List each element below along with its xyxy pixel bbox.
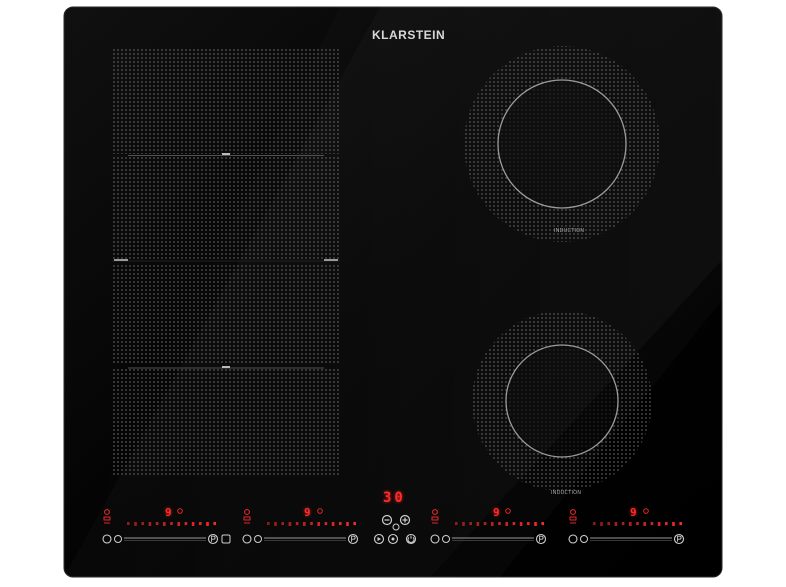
zone-4-slider-segment (650, 522, 654, 525)
zone-2-slider-segment (353, 522, 356, 525)
zone-4-slider-segment (665, 522, 668, 525)
zone-4-slider-segment (657, 522, 661, 526)
flex-zone-field-2 (112, 157, 340, 259)
zone-1-slider-segment (141, 522, 144, 525)
flex-zone-field-3 (112, 263, 340, 365)
zone-1-slider-segment (155, 522, 159, 525)
zone-4-slider-segment (607, 522, 610, 525)
zone-3-slider-segment (534, 522, 537, 526)
flex-zone-field-1 (112, 48, 340, 154)
zone-2-slider-segment (303, 522, 306, 526)
power-level-zone-4: 9 (630, 506, 637, 519)
zone-1-slider-segment (191, 522, 195, 526)
zone-label-bottom: INDUCTION (551, 490, 582, 496)
zone-2-slider-segment (274, 522, 277, 526)
zone-3-slider-segment (527, 522, 530, 525)
zone-1-slider-segment (170, 522, 173, 525)
zone-3-slider-segment (541, 522, 544, 525)
zone-3-slider-segment (512, 522, 516, 525)
zone-1-slider-segment (206, 522, 209, 526)
zone-3-slider-segment (455, 522, 458, 525)
zone-3-slider-segment (491, 522, 494, 526)
zone-1-slider-segment (199, 522, 202, 525)
zone-1-slider-segment (134, 522, 137, 526)
zone-2-slider-segment (346, 522, 349, 526)
zone-2-slider-segment (295, 522, 299, 525)
zone-4-slider-segment (629, 522, 632, 526)
zone-2-slider-segment (324, 522, 328, 525)
zone-4-slider-segment (593, 522, 596, 525)
zone-3-slider-segment (498, 522, 501, 525)
zone-2-slider-segment (339, 522, 342, 525)
zone-2-slider-segment (267, 522, 270, 525)
zone-4-slider-segment (600, 522, 603, 526)
zone-3-slider-segment (483, 522, 487, 525)
zone-4-slider-segment (621, 522, 625, 525)
zone-4-slider-segment (672, 522, 675, 526)
zone-2-slider-segment (331, 522, 335, 526)
induction-zone-top (460, 42, 664, 246)
zone-2-slider-segment (281, 522, 284, 525)
zone-1-slider-segment (184, 522, 188, 525)
zone-3-slider-segment (462, 522, 465, 526)
brand-logo: KLARSTEIN (372, 28, 446, 42)
zone-1-slider-segment (177, 522, 180, 526)
power-level-zone-2: 9 (304, 506, 311, 519)
flex-zone-field-4 (112, 369, 340, 475)
zone-4-slider-segment (643, 522, 646, 526)
zone-4-slider-segment (679, 522, 682, 525)
power-level-zone-1: 9 (165, 506, 172, 519)
zone-1-slider-segment (213, 522, 216, 525)
induction-zone-bottom (468, 307, 656, 495)
zone-2-slider-segment (317, 522, 320, 526)
zone-3-slider-segment (519, 522, 523, 526)
zone-3-slider-segment (476, 522, 480, 526)
zone-4-slider-segment (614, 522, 618, 526)
zone-1-slider-segment (127, 522, 130, 525)
zone-2-slider-segment (288, 522, 292, 526)
zone-label-top: INDUCTION (554, 228, 585, 234)
power-level-zone-3: 9 (493, 506, 500, 519)
zone-3-slider-segment (505, 522, 508, 526)
zone-2-slider-segment (310, 522, 313, 525)
zone-1-slider-segment (163, 522, 166, 526)
zone-4-slider-segment (636, 522, 639, 525)
timer-display: 30 (383, 490, 406, 506)
zone-3-slider-segment (469, 522, 472, 525)
zone-1-slider-segment (148, 522, 152, 526)
